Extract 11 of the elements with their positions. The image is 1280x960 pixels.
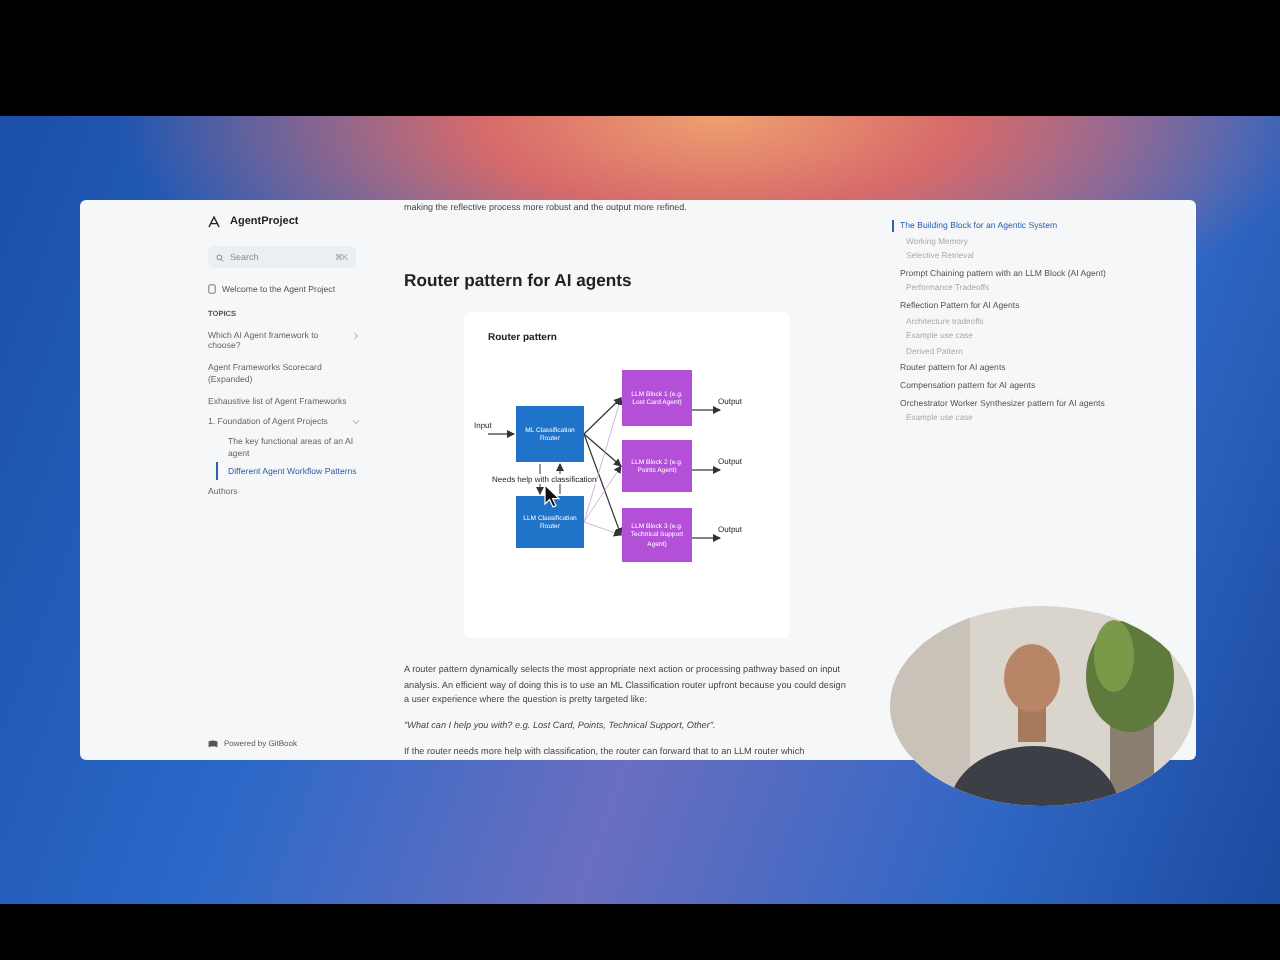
book-icon	[208, 739, 218, 747]
connector-arrow	[691, 466, 721, 474]
logo-icon	[208, 216, 220, 228]
connector-arrow	[691, 534, 721, 542]
search-icon	[216, 253, 224, 261]
connector-arrow	[691, 406, 721, 414]
chevron-right-icon	[352, 331, 360, 339]
section-title: Router pattern for AI agents	[404, 270, 634, 290]
connector-arrow	[487, 430, 515, 438]
cursor-icon	[544, 484, 560, 508]
page-icon	[208, 284, 216, 294]
